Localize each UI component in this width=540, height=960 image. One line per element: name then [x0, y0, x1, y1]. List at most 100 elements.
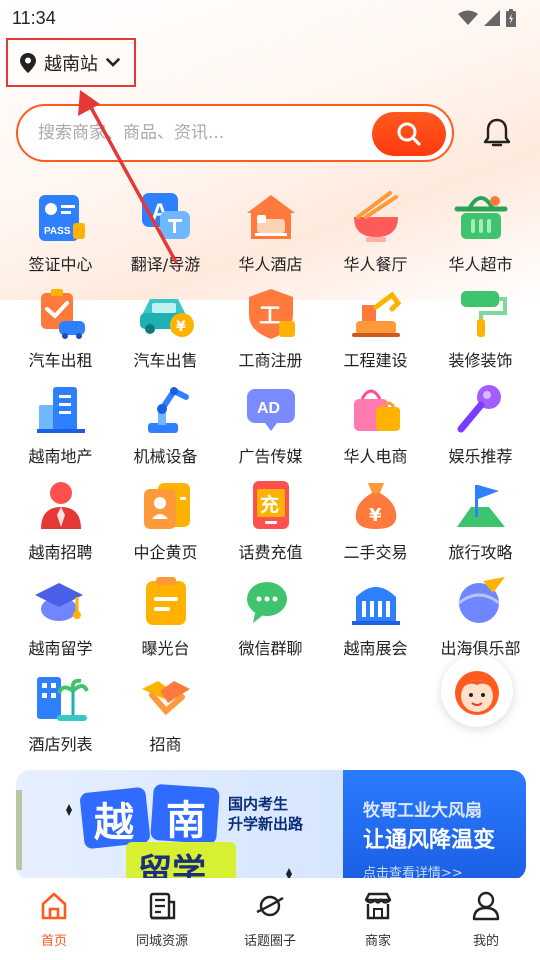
service-label: 越南留学	[28, 639, 93, 658]
travel-flag-icon	[453, 477, 509, 533]
service-item[interactable]: 充话费充值	[218, 473, 323, 569]
service-item[interactable]: 微信群聊	[218, 569, 323, 665]
banner-study-abroad[interactable]: 越 南 留学 国内考生 升学新出路	[16, 770, 343, 880]
service-label: 招商	[149, 735, 182, 754]
passport-icon: PASS	[33, 189, 89, 245]
service-item[interactable]: 华人酒店	[218, 185, 323, 281]
search-icon	[397, 122, 421, 146]
banner-line-2: 升学新出路	[228, 815, 304, 833]
service-item[interactable]: 工工商注册	[218, 281, 323, 377]
service-label: 微信群聊	[238, 639, 303, 658]
tab-home[interactable]: 首页	[0, 878, 108, 960]
banner-line-1: 国内考生	[228, 795, 289, 813]
service-item[interactable]: 华人电商	[323, 377, 428, 473]
paint-roller-icon	[453, 285, 509, 341]
banner-right-title: 牧哥工业大风扇	[363, 801, 482, 821]
service-item[interactable]: 越南展会	[323, 569, 428, 665]
location-pin-icon	[20, 52, 36, 73]
service-item[interactable]: 装修装饰	[428, 281, 533, 377]
globe-plane-icon	[453, 573, 509, 629]
topup-icon: 充	[243, 477, 299, 533]
tab-user[interactable]: 我的	[432, 878, 540, 960]
location-selector[interactable]: 越南站	[6, 38, 136, 87]
service-item[interactable]: AD 广告传媒	[218, 377, 323, 473]
service-item[interactable]: A 翻译/导游	[113, 185, 218, 281]
service-item[interactable]: ¥ 二手交易	[323, 473, 428, 569]
service-label: 翻译/导游	[130, 255, 201, 274]
money-bag-icon: ¥	[348, 477, 404, 533]
tab-label: 我的	[472, 934, 499, 949]
service-item[interactable]: 工程建设	[323, 281, 428, 377]
service-label: 签证中心	[28, 255, 93, 274]
tab-label: 首页	[40, 934, 67, 949]
svg-text:工: 工	[259, 304, 281, 329]
service-item[interactable]: 机械设备	[113, 377, 218, 473]
service-item[interactable]: 出海俱乐部	[428, 569, 533, 665]
service-label: 酒店列表	[28, 735, 93, 754]
tab-planet[interactable]: 话题圈子	[216, 878, 324, 960]
service-item[interactable]: 华人超市	[428, 185, 533, 281]
handshake-icon	[138, 669, 194, 725]
service-item[interactable]: 招商	[113, 665, 218, 761]
service-label: 工程建设	[343, 351, 408, 370]
service-label: 汽车出租	[28, 351, 93, 370]
service-item[interactable]: ¥ 汽车出售	[113, 281, 218, 377]
service-label: 装修装饰	[448, 351, 513, 370]
service-item[interactable]: PASS 签证中心	[8, 185, 113, 281]
construction-icon	[348, 285, 404, 341]
signal-icon	[484, 10, 500, 26]
promo-banner[interactable]: 越 南 留学 国内考生 升学新出路 牧哥工业大风扇 让通风降温变 点击查看详情>…	[16, 770, 526, 880]
restaurant-icon	[348, 189, 404, 245]
service-label: 越南招聘	[28, 543, 93, 562]
store-icon	[363, 890, 393, 926]
assistant-fab[interactable]	[441, 655, 513, 727]
search-button[interactable]	[372, 112, 446, 156]
service-item[interactable]: 越南招聘	[8, 473, 113, 569]
svg-text:¥: ¥	[369, 505, 382, 526]
location-label: 越南站	[44, 53, 98, 75]
car-sale-icon: ¥	[138, 285, 194, 341]
tab-resources[interactable]: 同城资源	[108, 878, 216, 960]
banner-char-1: 越	[94, 800, 134, 846]
status-bar: 11:34	[0, 0, 540, 36]
service-label: 娱乐推荐	[448, 447, 513, 466]
microphone-icon	[453, 381, 509, 437]
service-item[interactable]: 曝光台	[113, 569, 218, 665]
bell-icon[interactable]	[480, 116, 514, 150]
service-item[interactable]: 华人餐厅	[323, 185, 428, 281]
service-label: 汽车出售	[133, 351, 198, 370]
service-label: 越南展会	[343, 639, 408, 658]
service-label: 中企黄页	[133, 543, 198, 562]
search-input[interactable]	[38, 123, 358, 143]
user-icon	[471, 890, 501, 926]
svg-text:AD: AD	[257, 400, 280, 417]
wechat-icon	[243, 573, 299, 629]
service-label: 话费充值	[238, 543, 303, 562]
service-item[interactable]: 越南留学	[8, 569, 113, 665]
clipboard-icon	[138, 573, 194, 629]
service-label: 华人酒店	[238, 255, 303, 274]
service-item[interactable]: 酒店列表	[8, 665, 113, 761]
search-row	[16, 104, 524, 162]
service-item[interactable]: 旅行攻略	[428, 473, 533, 569]
supermarket-icon	[453, 189, 509, 245]
resources-icon	[147, 890, 177, 926]
service-label: 越南地产	[28, 447, 93, 466]
tab-store[interactable]: 商家	[324, 878, 432, 960]
service-label: 华人餐厅	[343, 255, 408, 274]
service-label: 曝光台	[141, 639, 190, 658]
service-item[interactable]: 娱乐推荐	[428, 377, 533, 473]
search-box[interactable]	[16, 104, 454, 162]
home-icon	[39, 890, 69, 926]
recruit-icon	[33, 477, 89, 533]
service-item[interactable]: 中企黄页	[113, 473, 218, 569]
service-label: 旅行攻略	[448, 543, 513, 562]
banner-industrial-fan[interactable]: 牧哥工业大风扇 让通风降温变 点击查看详情>>	[343, 770, 526, 880]
car-rental-icon	[33, 285, 89, 341]
service-item[interactable]: 汽车出租	[8, 281, 113, 377]
svg-text:PASS: PASS	[44, 226, 71, 237]
service-item[interactable]: 越南地产	[8, 377, 113, 473]
machinery-icon	[138, 381, 194, 437]
assistant-avatar-icon	[455, 671, 499, 715]
status-icons	[458, 9, 516, 27]
